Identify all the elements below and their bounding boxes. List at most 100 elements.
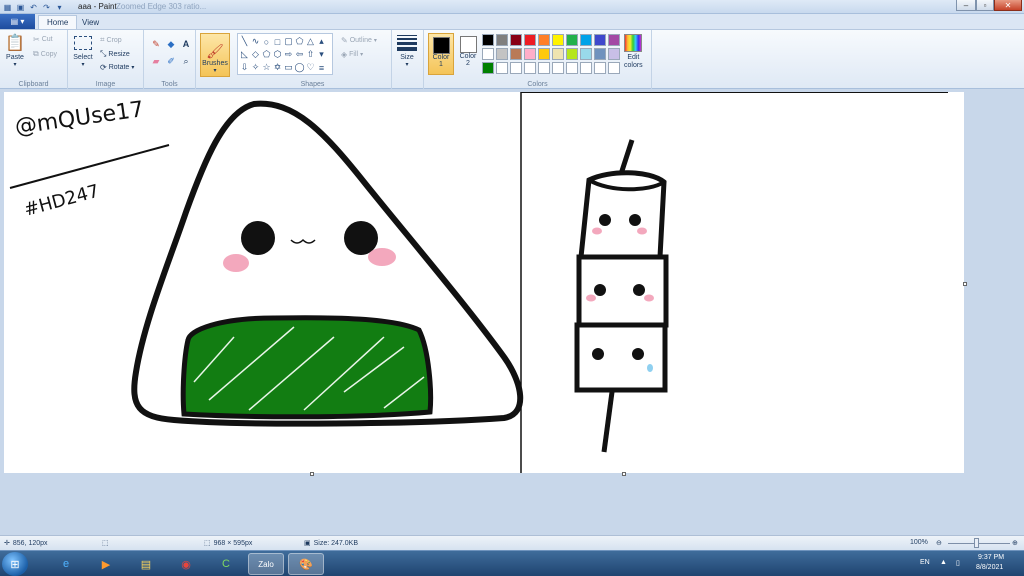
zoom-out-button[interactable]: ⊖ [936, 539, 942, 547]
palette-color-3-2[interactable] [496, 62, 508, 74]
palette-color-2-3[interactable] [510, 48, 522, 60]
show-hidden-icons[interactable]: ▲ [940, 559, 947, 566]
maximize-button[interactable]: ▫ [976, 0, 994, 11]
undo-icon[interactable]: ↶ [28, 2, 39, 13]
close-button[interactable]: ✕ [994, 0, 1022, 11]
more-shapes-icon[interactable]: ≡ [316, 61, 327, 74]
triangle-shape-icon[interactable]: △ [305, 35, 316, 48]
palette-color-2-7[interactable] [566, 48, 578, 60]
resize-handle-corner[interactable] [622, 472, 626, 476]
brushes-button[interactable]: 🖌 Brushes ▾ [200, 33, 230, 77]
callout-rect-icon[interactable]: ▭ [283, 61, 294, 74]
tab-view[interactable]: View [74, 15, 107, 29]
crop-button[interactable]: ⌗ Crop [100, 35, 122, 45]
outline-dropdown[interactable]: ✎ Outline ▾ [341, 36, 377, 45]
resize-handle-right[interactable] [963, 282, 967, 286]
palette-color-1-5[interactable] [538, 34, 550, 46]
fill-bucket-icon[interactable]: ◆ [164, 37, 178, 51]
palette-color-3-6[interactable] [552, 62, 564, 74]
cococ-icon[interactable]: C [208, 553, 244, 575]
color1-button[interactable]: Color 1 [428, 33, 454, 75]
palette-color-2-9[interactable] [594, 48, 606, 60]
zoom-slider-thumb[interactable] [974, 538, 979, 548]
palette-color-3-10[interactable] [608, 62, 620, 74]
language-indicator[interactable]: EN [920, 559, 930, 566]
zalo-icon[interactable]: Zalo [248, 553, 284, 575]
palette-color-2-10[interactable] [608, 48, 620, 60]
tab-home[interactable]: Home [38, 15, 78, 29]
media-player-icon[interactable]: ▶ [88, 553, 124, 575]
clock-date[interactable]: 8/8/2021 [976, 564, 1003, 571]
ie-icon[interactable]: e [48, 553, 84, 575]
select-button[interactable]: Select ▾ [72, 32, 94, 68]
line-shape-icon[interactable]: ╲ [239, 35, 250, 48]
chrome-icon[interactable]: ◉ [168, 553, 204, 575]
curve-shape-icon[interactable]: ∿ [250, 35, 261, 48]
palette-color-2-5[interactable] [538, 48, 550, 60]
start-button[interactable]: ⊞ [2, 552, 28, 576]
palette-color-3-3[interactable] [510, 62, 522, 74]
paint-app-icon[interactable]: ▦ [2, 2, 13, 13]
customize-qat-icon[interactable]: ▾ [54, 2, 65, 13]
palette-color-2-1[interactable] [482, 48, 494, 60]
paint-icon[interactable]: 🎨 [288, 553, 324, 575]
palette-color-1-2[interactable] [496, 34, 508, 46]
scroll-up-icon[interactable]: ▴ [316, 35, 327, 48]
drawing-canvas[interactable]: @mQUse17 #HD247 [4, 92, 964, 473]
palette-color-3-1[interactable] [482, 62, 494, 74]
palette-color-3-9[interactable] [594, 62, 606, 74]
palette-color-3-4[interactable] [524, 62, 536, 74]
cut-button[interactable]: ✂ Cut [33, 35, 53, 44]
hexagon-shape-icon[interactable]: ⬡ [272, 48, 283, 61]
fill-dropdown[interactable]: ◈ Fill ▾ [341, 50, 363, 59]
file-menu-button[interactable]: ▤ ▾ [0, 14, 35, 29]
rounded-rect-shape-icon[interactable]: ▢ [283, 35, 294, 48]
magnifier-icon[interactable]: ⌕ [179, 54, 193, 68]
palette-color-2-8[interactable] [580, 48, 592, 60]
palette-color-2-4[interactable] [524, 48, 536, 60]
palette-color-1-3[interactable] [510, 34, 522, 46]
arrow-left-shape-icon[interactable]: ⇦ [294, 48, 305, 61]
paste-button[interactable]: 📋 Paste ▾ [4, 32, 26, 68]
palette-color-2-2[interactable] [496, 48, 508, 60]
text-tool-icon[interactable]: A [179, 37, 193, 51]
battery-icon[interactable]: ▯ [956, 559, 960, 567]
minimize-button[interactable]: – [956, 0, 976, 11]
file-explorer-icon[interactable]: ▤ [128, 553, 164, 575]
save-icon[interactable]: ▣ [15, 2, 26, 13]
diamond-shape-icon[interactable]: ◇ [250, 48, 261, 61]
palette-color-3-5[interactable] [538, 62, 550, 74]
polygon-shape-icon[interactable]: ⬠ [294, 35, 305, 48]
palette-color-1-7[interactable] [566, 34, 578, 46]
right-triangle-shape-icon[interactable]: ◺ [239, 48, 250, 61]
palette-color-1-9[interactable] [594, 34, 606, 46]
zoom-in-button[interactable]: ⊕ [1012, 539, 1018, 547]
palette-color-1-1[interactable] [482, 34, 494, 46]
redo-icon[interactable]: ↷ [41, 2, 52, 13]
pentagon-shape-icon[interactable]: ⬠ [261, 48, 272, 61]
heart-shape-icon[interactable]: ♡ [305, 61, 316, 74]
arrow-right-shape-icon[interactable]: ⇨ [283, 48, 294, 61]
palette-color-1-4[interactable] [524, 34, 536, 46]
clock-time[interactable]: 9:37 PM [978, 554, 1004, 561]
palette-color-1-6[interactable] [552, 34, 564, 46]
palette-color-1-8[interactable] [580, 34, 592, 46]
palette-color-3-8[interactable] [580, 62, 592, 74]
rectangle-shape-icon[interactable]: □ [272, 35, 283, 48]
scroll-down-icon[interactable]: ▾ [316, 48, 327, 61]
copy-button[interactable]: ⧉ Copy [33, 49, 57, 59]
six-point-star-icon[interactable]: ✡ [272, 61, 283, 74]
palette-color-3-7[interactable] [566, 62, 578, 74]
arrow-up-shape-icon[interactable]: ⇧ [305, 48, 316, 61]
eraser-icon[interactable]: ▰ [149, 54, 163, 68]
edit-colors-button[interactable]: Edit colors [624, 34, 643, 70]
color2-button[interactable]: Color 2 [455, 33, 481, 75]
four-point-star-icon[interactable]: ✧ [250, 61, 261, 74]
resize-button[interactable]: ⤡ Resize [100, 49, 130, 59]
resize-handle-bottom[interactable] [310, 472, 314, 476]
arrow-down-shape-icon[interactable]: ⇩ [239, 61, 250, 74]
size-button[interactable]: Size ▾ [396, 32, 418, 68]
oval-shape-icon[interactable]: ○ [261, 35, 272, 48]
callout-oval-icon[interactable]: ◯ [294, 61, 305, 74]
palette-color-1-10[interactable] [608, 34, 620, 46]
